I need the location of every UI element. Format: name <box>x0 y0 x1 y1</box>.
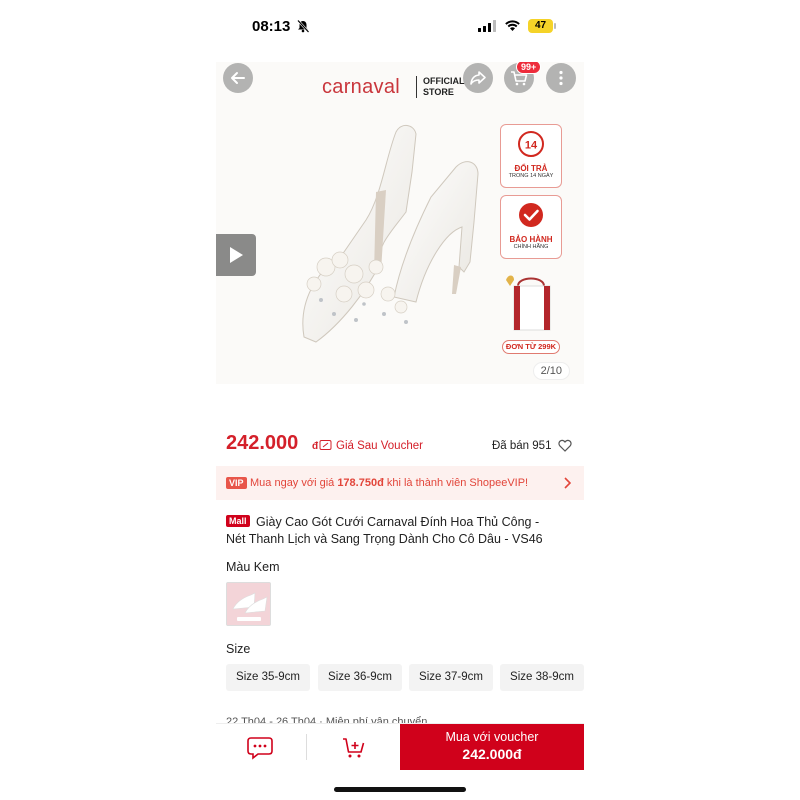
add-to-cart-button[interactable] <box>332 734 376 762</box>
buy-price: 242.000đ <box>462 746 522 762</box>
gift-threshold: ĐƠN TỪ 299K <box>502 340 560 354</box>
chevron-right-icon <box>564 477 571 489</box>
back-button[interactable] <box>223 63 253 93</box>
size-option[interactable]: Size 37-9cm <box>409 664 493 691</box>
vip-text: Mua ngay với giá 178.750đ khi là thành v… <box>250 477 528 489</box>
mall-tag: Mall <box>226 515 250 527</box>
cart-count-badge: 99+ <box>516 62 542 74</box>
cellular-signal-icon <box>478 20 496 32</box>
return-days-icon: 14 <box>518 131 544 157</box>
bottom-action-bar: Mua với voucher 242.000đ <box>216 723 584 770</box>
gift-bag-icon <box>506 275 551 331</box>
vip-tag: VIP <box>226 477 247 489</box>
image-counter: 2/10 <box>532 362 570 380</box>
brand-logo: carnaval <box>322 76 400 98</box>
more-icon <box>559 70 563 86</box>
product-image-gallery[interactable]: carnaval OFFICIAL STORE 99+ 14 ĐỔI TRẢ T… <box>216 62 584 384</box>
phone-screen: 08:13 47 carnaval OFFICIAL STORE 99+ 14 … <box>216 0 584 800</box>
chat-icon <box>247 737 273 760</box>
vip-text-after: khi là thành viên ShopeeVIP! <box>383 477 529 489</box>
heart-icon[interactable] <box>558 439 572 452</box>
home-indicator[interactable] <box>334 787 466 792</box>
buy-label: Mua với voucher <box>445 730 539 744</box>
battery-level: 47 <box>528 19 553 33</box>
battery-tip <box>554 23 556 29</box>
size-label: Size <box>226 642 251 656</box>
variant-shoe-thumbnail-icon <box>227 583 270 625</box>
back-arrow-icon <box>231 72 245 84</box>
sold-count: Đã bán 951 <box>492 440 552 452</box>
vip-price: 178.750đ <box>337 477 384 489</box>
variant-label: Màu Kem <box>226 560 280 574</box>
play-icon <box>230 247 243 263</box>
variant-thumbnail[interactable] <box>226 582 271 626</box>
warranty-sub: CHÍNH HÃNG <box>513 244 549 250</box>
warranty-badge: BẢO HÀNH CHÍNH HÃNG <box>500 195 562 259</box>
more-button[interactable] <box>546 63 576 93</box>
share-icon <box>470 71 486 85</box>
share-button[interactable] <box>463 63 493 93</box>
price-amount: 242.000 <box>226 432 299 454</box>
gift-bag-badge: ĐƠN TỪ 299K <box>500 268 562 358</box>
status-time: 08:13 <box>252 18 291 35</box>
return-sub: TRONG 14 NGÀY <box>508 173 554 179</box>
return-days: 14 <box>525 140 538 152</box>
buy-with-voucher-button[interactable]: Mua với voucher 242.000đ <box>400 724 584 770</box>
wifi-icon <box>505 20 520 31</box>
brand-tag-line1: OFFICIAL <box>423 76 465 86</box>
play-video-button[interactable] <box>216 234 256 276</box>
size-option[interactable]: Size 35-9cm <box>226 664 310 691</box>
bell-muted-icon <box>297 19 310 33</box>
add-to-cart-icon <box>343 738 365 758</box>
warranty-title: BẢO HÀNH <box>509 235 553 244</box>
product-price: 242.000 <box>226 432 298 455</box>
brand-tag-line2: STORE <box>423 87 454 97</box>
brand-separator <box>416 76 417 98</box>
return-policy-badge: 14 ĐỔI TRẢ TRONG 14 NGÀY <box>500 124 562 188</box>
product-title-line1: Giày Cao Gót Cưới Carnaval Đính Hoa Thủ … <box>256 515 540 529</box>
size-option[interactable]: Size 38-9cm <box>500 664 584 691</box>
price-after-voucher-label: Giá Sau Voucher <box>336 440 423 452</box>
size-option[interactable]: Size 36-9cm <box>318 664 402 691</box>
vip-text-before: Mua ngay với giá <box>250 477 338 489</box>
chat-button[interactable] <box>238 734 282 762</box>
vip-promo-banner[interactable]: VIP Mua ngay với giá 178.750đ khi là thà… <box>216 466 584 500</box>
price-currency: đ <box>312 441 319 451</box>
return-title: ĐỔI TRẢ <box>514 164 548 173</box>
bottom-divider <box>306 734 307 760</box>
product-title-line2: Nét Thanh Lịch và Sang Trọng Dành Cho Cô… <box>226 532 543 546</box>
voucher-currency-icon: đ <box>312 440 332 451</box>
warranty-seal-icon <box>519 203 543 227</box>
